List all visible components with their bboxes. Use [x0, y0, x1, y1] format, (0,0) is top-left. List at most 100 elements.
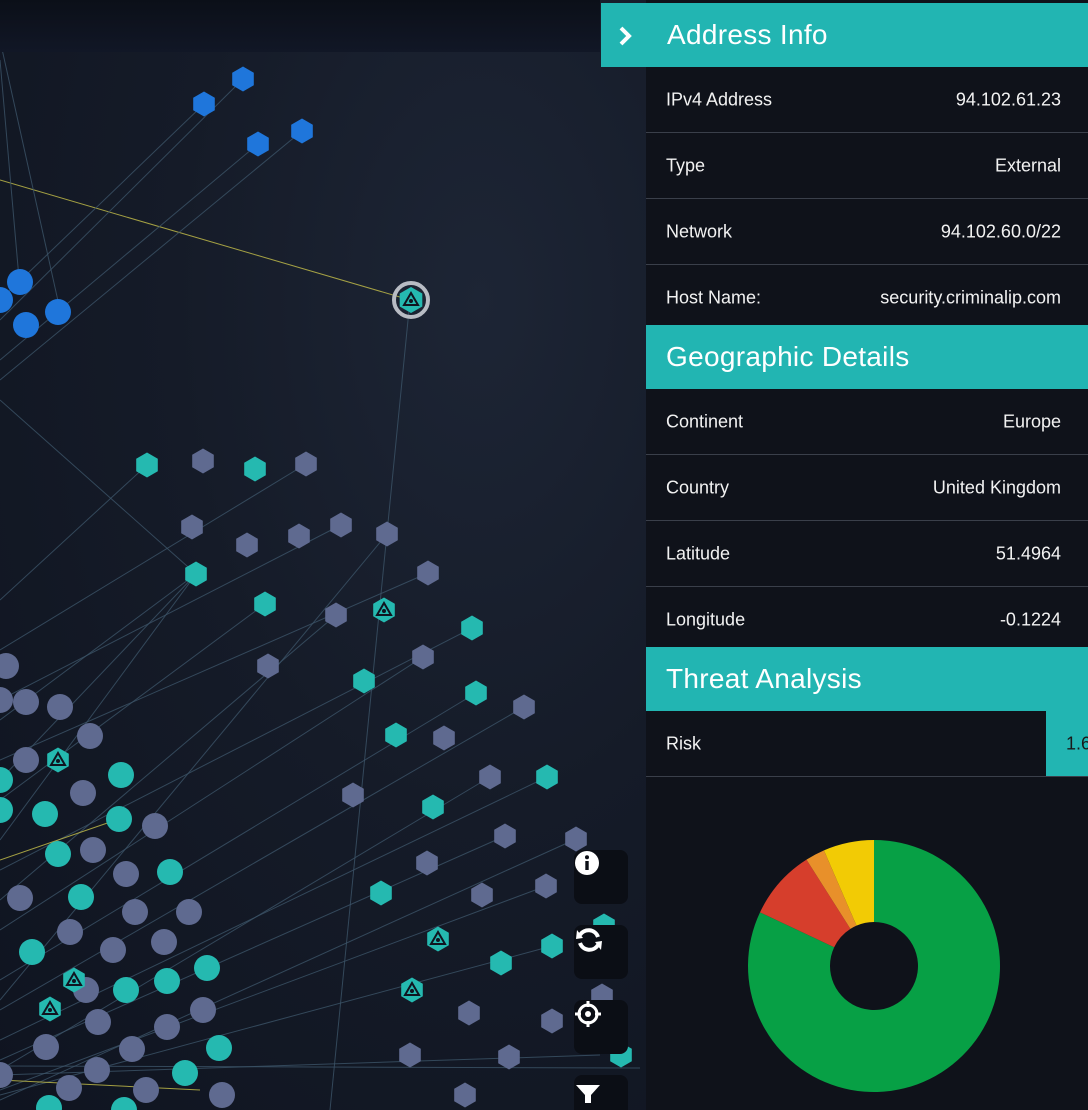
graph-node[interactable]	[209, 1082, 235, 1108]
graph-node[interactable]	[45, 299, 71, 325]
graph-node[interactable]	[157, 859, 183, 885]
graph-node[interactable]	[57, 919, 83, 945]
graph-node[interactable]	[244, 456, 266, 482]
graph-node[interactable]	[190, 997, 216, 1023]
graph-node[interactable]	[32, 801, 58, 827]
row-label: IPv4 Address	[666, 89, 773, 109]
graph-node[interactable]	[385, 722, 407, 748]
graph-node[interactable]	[206, 1035, 232, 1061]
graph-node[interactable]	[236, 532, 258, 558]
graph-node[interactable]	[19, 939, 45, 965]
graph-node[interactable]	[154, 1014, 180, 1040]
filter-button[interactable]	[574, 1075, 628, 1110]
graph-node[interactable]	[194, 955, 220, 981]
graph-node[interactable]	[325, 602, 347, 628]
graph-node[interactable]	[0, 653, 19, 679]
graph-node[interactable]	[565, 826, 587, 852]
graph-node[interactable]	[498, 1044, 520, 1070]
refresh-button[interactable]	[574, 925, 628, 979]
graph-node[interactable]	[45, 841, 71, 867]
info-row-network: Network 94.102.60.0/22	[646, 199, 1088, 265]
address-info-header[interactable]: Address Info	[601, 3, 1088, 67]
graph-node[interactable]	[433, 725, 455, 751]
graph-node[interactable]	[193, 91, 215, 117]
graph-node[interactable]	[454, 1082, 476, 1108]
row-value: Europe	[1002, 411, 1061, 431]
graph-node[interactable]	[494, 823, 516, 849]
graph-node[interactable]	[0, 767, 13, 793]
graph-node[interactable]	[108, 762, 134, 788]
graph-node[interactable]	[13, 312, 39, 338]
graph-node[interactable]	[536, 764, 558, 790]
graph-node[interactable]	[254, 591, 276, 617]
graph-node[interactable]	[490, 950, 512, 976]
graph-node[interactable]	[85, 1009, 111, 1035]
threat-node[interactable]	[427, 926, 449, 952]
graph-node[interactable]	[151, 929, 177, 955]
graph-node[interactable]	[370, 880, 392, 906]
graph-node[interactable]	[535, 873, 557, 899]
geographic-header[interactable]: Geographic Details	[646, 325, 1088, 389]
graph-node[interactable]	[47, 694, 73, 720]
graph-node[interactable]	[257, 653, 279, 679]
graph-node[interactable]	[13, 747, 39, 773]
info-row-ipv4: IPv4 Address 94.102.61.23	[646, 67, 1088, 133]
graph-node[interactable]	[471, 882, 493, 908]
graph-node[interactable]	[7, 885, 33, 911]
center-button[interactable]	[574, 1000, 628, 1054]
graph-node[interactable]	[541, 933, 563, 959]
graph-node[interactable]	[295, 451, 317, 477]
graph-node[interactable]	[412, 644, 434, 670]
graph-node[interactable]	[77, 723, 103, 749]
graph-node[interactable]	[68, 884, 94, 910]
graph-node[interactable]	[291, 118, 313, 144]
graph-node[interactable]	[119, 1036, 145, 1062]
graph-node[interactable]	[416, 850, 438, 876]
graph-node[interactable]	[541, 1008, 563, 1034]
graph-node[interactable]	[192, 448, 214, 474]
graph-node[interactable]	[185, 561, 207, 587]
graph-node[interactable]	[7, 269, 33, 295]
graph-node[interactable]	[232, 66, 254, 92]
graph-node[interactable]	[80, 837, 106, 863]
graph-node[interactable]	[136, 452, 158, 478]
graph-node[interactable]	[288, 523, 310, 549]
graph-node[interactable]	[33, 1034, 59, 1060]
graph-node[interactable]	[465, 680, 487, 706]
graph-node[interactable]	[113, 861, 139, 887]
graph-node[interactable]	[84, 1057, 110, 1083]
graph-node[interactable]	[111, 1097, 137, 1110]
graph-node[interactable]	[133, 1077, 159, 1103]
graph-node[interactable]	[247, 131, 269, 157]
graph-node[interactable]	[172, 1060, 198, 1086]
graph-node[interactable]	[100, 937, 126, 963]
graph-node[interactable]	[330, 512, 352, 538]
graph-node[interactable]	[399, 1042, 421, 1068]
graph-node[interactable]	[0, 797, 13, 823]
info-button[interactable]	[574, 850, 628, 904]
threat-node[interactable]	[373, 597, 395, 623]
graph-node[interactable]	[142, 813, 168, 839]
graph-node[interactable]	[13, 689, 39, 715]
threat-node[interactable]	[392, 281, 430, 319]
graph-node[interactable]	[513, 694, 535, 720]
graph-node[interactable]	[181, 514, 203, 540]
graph-node[interactable]	[176, 899, 202, 925]
threat-header[interactable]: Threat Analysis	[646, 647, 1088, 711]
graph-node[interactable]	[154, 968, 180, 994]
threat-node[interactable]	[39, 996, 61, 1022]
graph-node[interactable]	[0, 687, 13, 713]
graph-node[interactable]	[56, 1075, 82, 1101]
graph-node[interactable]	[106, 806, 132, 832]
graph-node[interactable]	[479, 764, 501, 790]
graph-node[interactable]	[458, 1000, 480, 1026]
graph-node[interactable]	[417, 560, 439, 586]
graph-node[interactable]	[122, 899, 148, 925]
chevron-right-icon[interactable]	[617, 25, 633, 47]
graph-canvas[interactable]	[0, 0, 646, 1110]
graph-node[interactable]	[113, 977, 139, 1003]
graph-node[interactable]	[36, 1095, 62, 1110]
network-graph[interactable]	[0, 0, 646, 1110]
graph-node[interactable]	[461, 615, 483, 641]
graph-node[interactable]	[70, 780, 96, 806]
